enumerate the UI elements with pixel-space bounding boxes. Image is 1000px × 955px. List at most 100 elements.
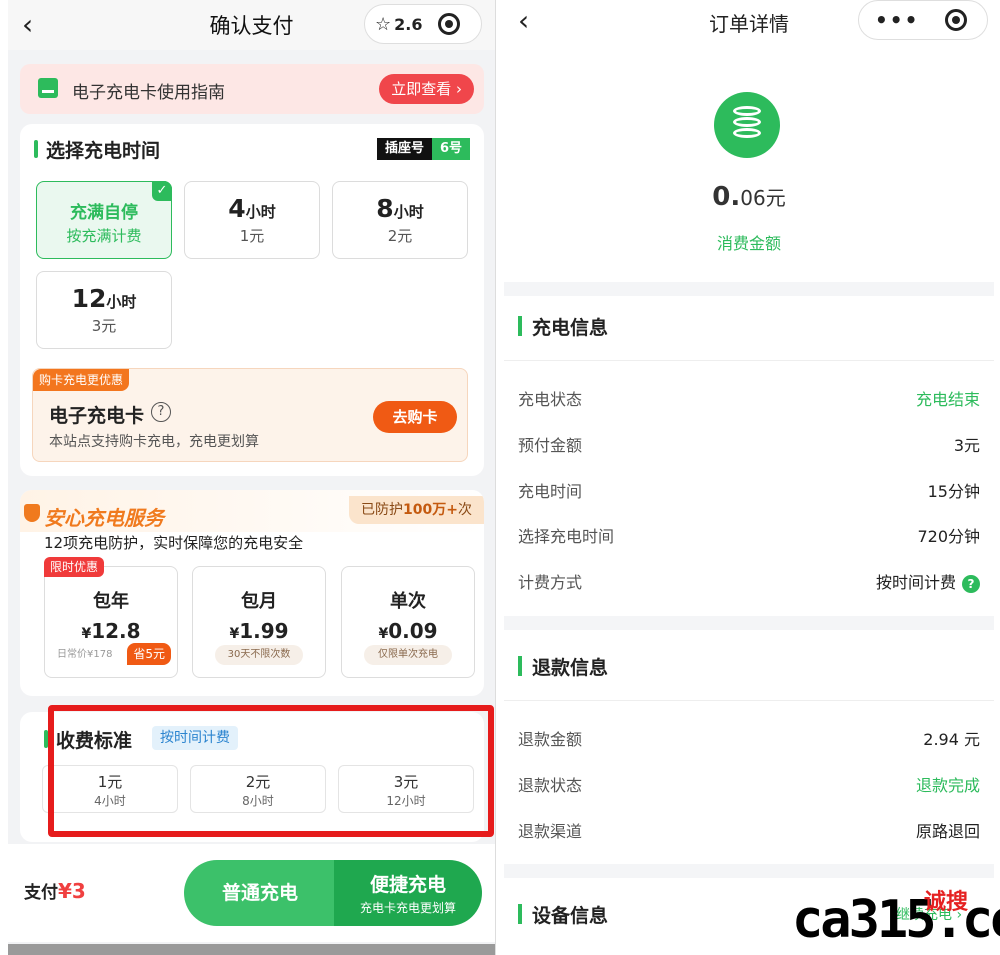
section-marker — [518, 316, 522, 336]
info-row: 计费方式 按时间计费? — [518, 569, 980, 595]
pay-label: 支付 — [24, 883, 58, 903]
close-target-icon[interactable] — [945, 9, 968, 31]
plan-name: 单次 — [390, 591, 426, 612]
ecard-title: 电子充电卡 — [49, 405, 145, 427]
mini-program-capsule[interactable]: ☆ 2.6 — [364, 4, 482, 44]
confirm-payment-screen: ‹ 确认支付 ☆ 2.6 电子充电卡使用指南 立即查看 › 选择充电时间 插座号… — [8, 0, 496, 955]
star-icon[interactable]: ☆ — [375, 14, 391, 35]
order-detail-screen: ‹ 订单详情 ••• 0.06元 消费金额 充电信息 充电状态 充电结束 预付金额… — [504, 0, 994, 955]
refund-info-title: 退款信息 — [532, 657, 609, 679]
protect-prefix: 已防护 — [361, 502, 404, 518]
safe-charge-service-card: 安心充电服务 已防护100万+次 12项充电防护，实时保障您的充电安全 限时优惠… — [20, 490, 484, 696]
section-marker — [34, 140, 38, 158]
option-price: 2元 — [387, 227, 413, 245]
amount-integer: 0. — [712, 182, 741, 212]
row-value: 按时间计费? — [876, 569, 980, 593]
billing-method: 按时间计费 — [875, 573, 956, 592]
rating-value: 2.6 — [394, 14, 423, 34]
option-unit: 小时 — [106, 293, 137, 311]
plan-yearly[interactable]: 限时优惠 包年 ¥12.8 日常价¥178 省5元 — [44, 557, 178, 678]
quick-charge-sub: 充电卡充电更划算 — [359, 901, 456, 915]
help-icon[interactable]: ? — [151, 402, 171, 422]
buy-card-button[interactable]: 去购卡 — [373, 401, 457, 433]
coins-icon — [714, 92, 780, 158]
row-key: 充电状态 — [518, 390, 583, 409]
option-price: 3元 — [91, 317, 117, 335]
quick-charge-button[interactable]: 便捷充电 充电卡充电更划算 — [334, 860, 482, 926]
pay-currency: ¥ — [58, 879, 72, 903]
pay-amount: 3 — [71, 879, 86, 903]
charge-time-title: 选择充电时间 — [46, 140, 161, 162]
plan-price: ¥12.8 — [45, 619, 177, 643]
payment-bar: 支付¥3 普通充电 便捷充电 充电卡充电更划算 — [8, 844, 495, 942]
socket-number-badge: 插座号 6号 — [376, 138, 470, 160]
plan-single[interactable]: 单次 ¥0.09 仅限单次充电 — [341, 566, 475, 678]
option-4h[interactable]: 4小时 1元 — [184, 181, 320, 259]
card-icon — [38, 78, 58, 98]
ecard-promo: 购卡充电更优惠 电子充电卡 ? 本站点支持购卡充电，充电更划算 去购卡 — [32, 368, 468, 462]
more-icon[interactable]: ••• — [875, 8, 919, 32]
option-12h[interactable]: 12小时 3元 — [36, 271, 172, 349]
option-line1: 充满自停 — [70, 203, 138, 223]
option-line2: 按充满计费 — [66, 227, 142, 245]
help-icon[interactable]: ? — [962, 575, 980, 593]
socket-label: 插座号 — [376, 138, 432, 160]
mini-program-capsule[interactable]: ••• — [858, 0, 988, 40]
row-key: 退款渠道 — [518, 822, 583, 841]
info-row: 退款金额 2.94 元 — [518, 726, 980, 752]
info-row: 选择充电时间 720分钟 — [518, 523, 980, 549]
plan-name: 包年 — [93, 591, 129, 612]
ecard-desc: 本站点支持购卡充电，充电更划算 — [49, 434, 259, 450]
ecard-guide-banner[interactable]: 电子充电卡使用指南 立即查看 › — [20, 64, 484, 114]
row-key: 退款金额 — [518, 730, 583, 749]
row-key: 充电时间 — [518, 482, 583, 501]
shield-icon — [24, 504, 40, 522]
option-hours: 8 — [376, 194, 394, 223]
screenshot-root: ‹ 确认支付 ☆ 2.6 电子充电卡使用指南 立即查看 › 选择充电时间 插座号… — [0, 0, 1000, 955]
info-row: 退款渠道 原路退回 — [518, 818, 980, 844]
highlight-annotation-box — [48, 705, 494, 837]
plan-name: 包月 — [241, 591, 277, 612]
service-desc: 12项充电防护，实时保障您的充电安全 — [44, 534, 304, 552]
divider — [504, 360, 994, 361]
service-title: 安心充电服务 — [44, 506, 164, 530]
quick-charge-label: 便捷充电 — [369, 874, 446, 896]
guide-text: 电子充电卡使用指南 — [72, 83, 225, 103]
charge-info-title: 充电信息 — [532, 317, 609, 339]
section-marker — [518, 656, 522, 676]
option-price: 1元 — [239, 227, 265, 245]
plan-price: ¥1.99 — [193, 619, 325, 643]
currency-symbol: ¥ — [378, 626, 389, 642]
view-now-button[interactable]: 立即查看 › — [379, 74, 474, 104]
option-8h[interactable]: 8小时 2元 — [332, 181, 468, 259]
home-indicator-bar — [8, 944, 495, 955]
protect-suffix: 次 — [458, 502, 472, 518]
row-value: 原路退回 — [915, 822, 980, 841]
info-row: 预付金额 3元 — [518, 432, 980, 458]
normal-charge-button[interactable]: 普通充电 — [184, 860, 336, 926]
watermark-logo: ca315.com 诚搜 — [792, 884, 1000, 954]
row-value: 退款完成 — [915, 776, 980, 795]
currency-symbol: ¥ — [229, 626, 240, 642]
divider-gap — [504, 282, 994, 296]
price-value: 12.8 — [91, 619, 141, 643]
option-full-stop[interactable]: 充满自停 按充满计费 ✓ — [36, 181, 172, 259]
plan-note: 日常价¥178 — [57, 649, 113, 660]
plan-note: 30天不限次数 — [215, 645, 303, 665]
row-value: 充电结束 — [915, 390, 980, 409]
nav-bar: ‹ 确认支付 ☆ 2.6 — [8, 0, 495, 50]
close-target-icon[interactable] — [438, 13, 461, 35]
section-marker — [518, 904, 522, 924]
row-value: 15分钟 — [927, 482, 980, 501]
amount-label: 消费金额 — [716, 234, 781, 253]
save-badge: 省5元 — [127, 643, 171, 665]
device-info-title: 设备信息 — [532, 905, 609, 927]
watermark-cn: 诚搜 — [924, 890, 969, 915]
divider — [504, 700, 994, 701]
plan-monthly[interactable]: 包月 ¥1.99 30天不限次数 — [192, 566, 326, 678]
info-row: 退款状态 退款完成 — [518, 772, 980, 798]
info-row: 充电状态 充电结束 — [518, 386, 980, 412]
consumption-amount: 0.06元 — [504, 182, 994, 212]
info-row: 充电时间 15分钟 — [518, 478, 980, 504]
currency-symbol: ¥ — [81, 626, 92, 642]
